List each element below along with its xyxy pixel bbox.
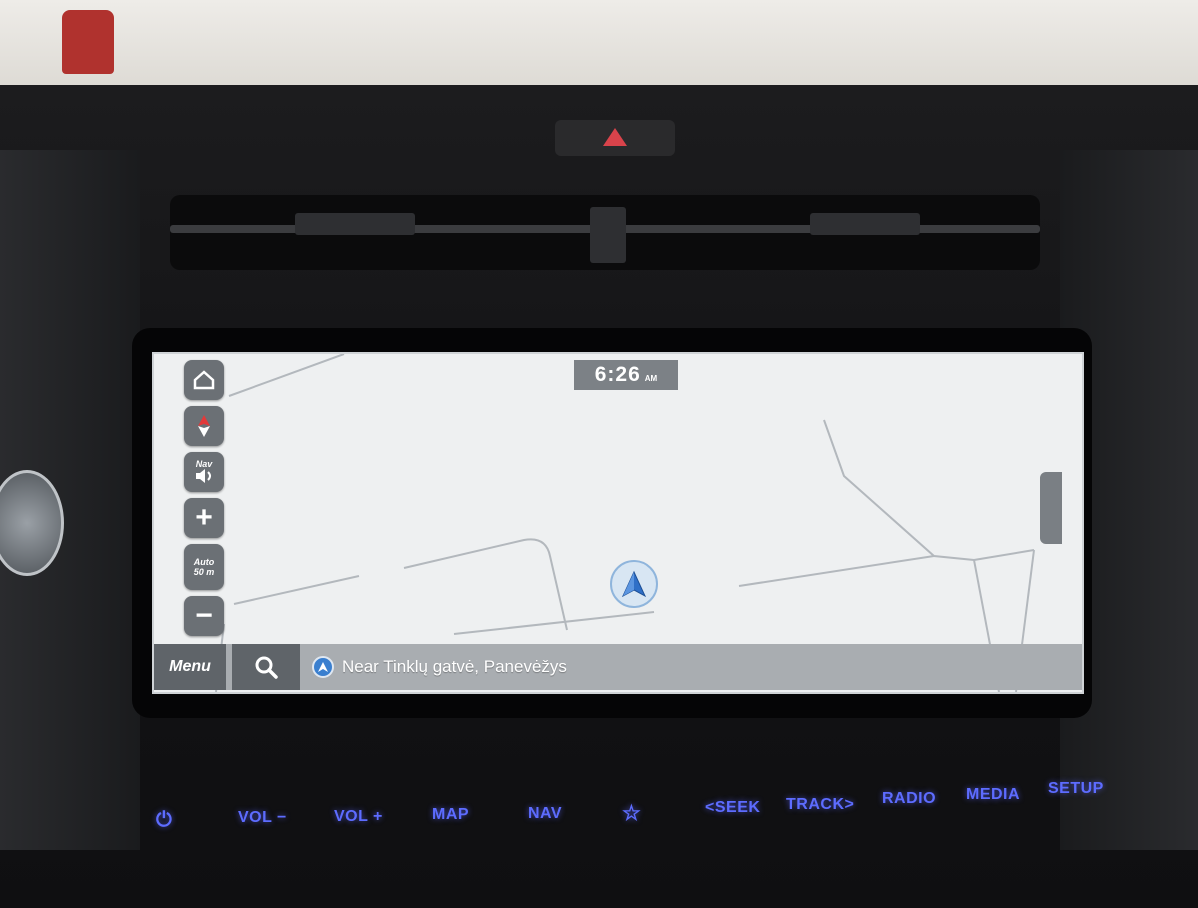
location-icon bbox=[312, 656, 334, 678]
track-button[interactable]: TRACK> bbox=[786, 796, 854, 814]
setup-button[interactable]: SETUP bbox=[1048, 780, 1104, 798]
road bbox=[453, 611, 655, 635]
search-button[interactable] bbox=[232, 644, 300, 690]
background-wall bbox=[0, 0, 1198, 95]
navigation-screen[interactable]: 6:26 AM Nav + Auto 50 m − Menu Near Tink… bbox=[152, 352, 1084, 694]
air-vent bbox=[170, 195, 1040, 270]
current-location[interactable]: Near Tinklų gatvė, Panevėžys bbox=[312, 644, 1012, 690]
menu-button[interactable]: Menu bbox=[154, 644, 226, 690]
zoom-out-button[interactable]: − bbox=[184, 596, 224, 636]
side-panel-handle[interactable] bbox=[1040, 472, 1062, 544]
clock-ampm: AM bbox=[644, 374, 658, 383]
menu-label: Menu bbox=[169, 658, 211, 675]
compass-button[interactable] bbox=[184, 406, 224, 446]
map-scale-button[interactable]: Auto 50 m bbox=[184, 544, 224, 590]
zoom-out-label: − bbox=[195, 599, 213, 632]
compass-icon bbox=[198, 415, 210, 437]
scale-mode-label: Auto bbox=[193, 557, 215, 567]
zoom-in-label: + bbox=[195, 501, 213, 534]
navigation-arrow-icon bbox=[621, 570, 647, 598]
scale-distance-label: 50 m bbox=[193, 567, 215, 577]
nav-button[interactable]: NAV bbox=[528, 805, 562, 823]
map-button[interactable]: MAP bbox=[432, 806, 469, 824]
volume-up-button[interactable]: VOL + bbox=[334, 808, 383, 826]
radio-button[interactable]: RADIO bbox=[882, 790, 936, 808]
road bbox=[228, 354, 345, 397]
current-position-marker bbox=[610, 560, 658, 608]
road bbox=[233, 575, 360, 605]
hard-key-row: ⏻ VOL − VOL + MAP NAV ☆ <SEEK TRACK> RAD… bbox=[140, 775, 1120, 835]
vent-tab-left[interactable] bbox=[295, 213, 415, 235]
favorite-button[interactable]: ☆ bbox=[622, 801, 641, 826]
speaker-icon bbox=[196, 469, 211, 483]
search-icon bbox=[255, 656, 278, 679]
road bbox=[738, 555, 935, 587]
road bbox=[403, 538, 568, 631]
nav-volume-label: Nav bbox=[195, 459, 213, 469]
vent-tab-center[interactable] bbox=[590, 207, 626, 263]
volume-down-button[interactable]: VOL − bbox=[238, 809, 287, 827]
hazard-icon bbox=[603, 128, 627, 146]
vent-tab-right[interactable] bbox=[810, 213, 920, 235]
power-button[interactable]: ⏻ bbox=[156, 809, 172, 832]
home-button[interactable] bbox=[184, 360, 224, 400]
clock: 6:26 AM bbox=[574, 360, 678, 390]
media-button[interactable]: MEDIA bbox=[966, 786, 1020, 804]
clock-time: 6:26 bbox=[594, 363, 641, 386]
fire-extinguisher bbox=[62, 10, 114, 74]
location-text: Near Tinklų gatvė, Panevėžys bbox=[342, 657, 567, 676]
seek-button[interactable]: <SEEK bbox=[705, 799, 760, 817]
road bbox=[823, 419, 975, 561]
home-icon bbox=[193, 370, 215, 390]
road bbox=[973, 549, 1035, 561]
map-roads[interactable] bbox=[154, 354, 1082, 692]
nav-volume-button[interactable]: Nav bbox=[184, 452, 224, 492]
zoom-in-button[interactable]: + bbox=[184, 498, 224, 538]
